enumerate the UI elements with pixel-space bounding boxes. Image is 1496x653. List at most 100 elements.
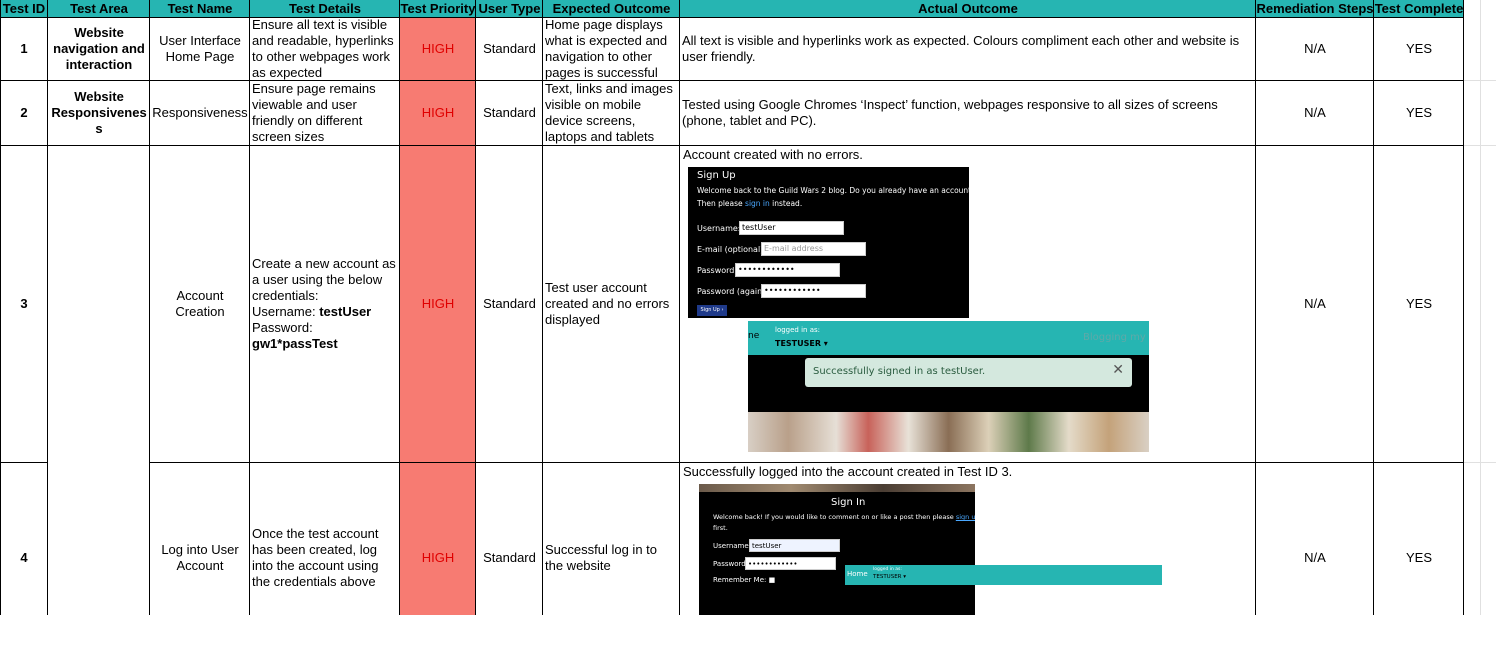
instead-text: instead. [769, 199, 803, 208]
grid-line [1255, 0, 1256, 615]
sign-up-link[interactable]: sign up [956, 513, 975, 521]
table-row-3-expected: Test user account created and no errors … [543, 146, 680, 462]
brand-fragment: Blogging my G [1083, 332, 1149, 343]
email-label: E-mail (optional): [697, 245, 766, 254]
table-row-2-area: Website Responsivenes s [48, 81, 150, 145]
row-id: 3 [20, 296, 28, 311]
details-line: Ensure page remains [252, 81, 376, 96]
grid-line [47, 0, 48, 615]
password-again-field[interactable]: •••••••••••• [761, 284, 866, 298]
expected-line: displayed [545, 312, 600, 327]
table-row-1-name: User Interface Home Page [150, 17, 250, 80]
remediation-value: N/A [1304, 105, 1326, 120]
close-icon[interactable]: ✕ [1112, 362, 1124, 378]
sheet-gridline [1480, 0, 1481, 615]
area-line: Website [74, 89, 124, 104]
table-row-1-remediation: N/A [1256, 17, 1374, 80]
signin-welcome: Welcome back! If you would like to comme… [713, 513, 975, 521]
signin-username-field[interactable]: testUser [749, 539, 840, 552]
nav-user-dropdown[interactable]: TESTUSER ▾ [873, 574, 906, 580]
username-field[interactable]: testUser [739, 221, 844, 235]
table-row-4-name: Log into User Account [150, 463, 250, 653]
table-row-2-id: 2 [0, 81, 48, 145]
table-row-2-details: Ensure page remains viewable and user fr… [250, 81, 400, 145]
complete-value: YES [1405, 40, 1432, 56]
details-line: has been created, log [252, 542, 378, 557]
name-line: Creation [175, 304, 225, 319]
signed-in-screenshot: ne logged in as: TESTUSER ▾ Blogging my … [748, 321, 1149, 452]
user-type: Standard [483, 296, 536, 311]
alert-message: Successfully signed in as testUser. [813, 366, 986, 377]
signin-screenshot: Sign In Welcome back! If you would like … [699, 484, 975, 615]
sheet-gridline [1464, 462, 1496, 463]
password-value: gw1*passTest [252, 336, 338, 351]
name-line: Responsiveness [152, 105, 248, 120]
header-actual-outcome: Actual Outcome [918, 1, 1018, 16]
user-type: Standard [483, 550, 536, 565]
home-fragment[interactable]: ne [748, 331, 759, 341]
nav-home[interactable]: Home [847, 570, 868, 578]
header-test-area: Test Area [70, 1, 128, 16]
signup-button[interactable]: Sign Up › [697, 305, 727, 316]
details-line: screen sizes [252, 129, 325, 144]
grid-line [249, 0, 250, 615]
details-line: into the account using [252, 558, 379, 573]
expected-line: what is expected and [545, 32, 668, 48]
spreadsheet: Test ID Test Area Test Name Test Details… [0, 0, 1496, 615]
actual-line: (phone, tablet and PC). [682, 113, 817, 128]
table-row-4-complete: YES [1374, 463, 1464, 653]
table-row-3-priority: HIGH [400, 146, 476, 462]
table-row-2-remediation: N/A [1256, 81, 1374, 145]
signin-username-label: Username: [713, 542, 752, 550]
signin-password-field[interactable]: •••••••••••• [745, 557, 836, 570]
email-field[interactable]: E-mail address [761, 242, 866, 256]
grid-line [0, 0, 1, 615]
table-row-4-details: Once the test account has been created, … [250, 463, 400, 653]
sign-in-link[interactable]: sign in [745, 199, 770, 208]
username-label: Username: [697, 224, 741, 233]
name-line: Home Page [165, 48, 235, 64]
expected-line: Home page displays [545, 17, 663, 32]
priority-badge: HIGH [421, 550, 455, 565]
complete-value: YES [1405, 105, 1432, 120]
sheet-gridline [1464, 80, 1496, 81]
table-row-2-name: Responsiveness [150, 81, 250, 145]
table-row-2-complete: YES [1374, 81, 1464, 145]
expected-line: pages is successful [545, 64, 658, 80]
header-expected-outcome: Expected Outcome [552, 1, 671, 16]
table-row-1-expected: Home page displays what is expected and … [543, 17, 680, 80]
remember-me[interactable]: Remember Me: ■ [713, 576, 775, 584]
actual-line: Tested using Google Chromes ‘Inspect’ fu… [682, 97, 1218, 112]
grid-line [0, 145, 1464, 146]
signin-password-label: Password: [713, 560, 749, 568]
banner-image [748, 412, 1149, 452]
table-row-4-remediation: N/A [1256, 463, 1374, 653]
area-line: s [95, 121, 103, 136]
row-id: 4 [20, 550, 28, 565]
password-field[interactable]: •••••••••••• [735, 263, 840, 277]
table-row-3-remediation: N/A [1256, 146, 1374, 462]
table-row-4-id: 4 [0, 463, 48, 653]
grid-line [1373, 0, 1374, 615]
row-id: 1 [20, 40, 28, 56]
table-row-1-id: 1 [0, 17, 48, 80]
signup-then-please: Then please sign in instead. [697, 199, 802, 208]
details-line: a user using the below [252, 272, 383, 287]
user-dropdown[interactable]: TESTUSER ▾ [775, 339, 828, 348]
logged-in-navbar: Home logged in as: TESTUSER ▾ [845, 565, 1162, 585]
table-row-4-expected: Successful log in to the website [543, 463, 680, 653]
signin-banner [699, 484, 975, 492]
details-line: and readable, hyperlinks [252, 32, 394, 48]
table-row-3-user-type: Standard [476, 146, 543, 462]
table-row-1-user-type: Standard [476, 17, 543, 80]
details-line: to other webpages work [252, 48, 391, 64]
area-line: Website [74, 24, 124, 40]
table-row-1-area: Website navigation and interaction [48, 17, 150, 80]
logged-in-as-label: logged in as: [775, 326, 820, 334]
table-row-3-complete: YES [1374, 146, 1464, 462]
signin-first: first. [713, 524, 728, 532]
table-row-2-user-type: Standard [476, 81, 543, 145]
header-test-name: Test Name [167, 1, 233, 16]
user-type: Standard [483, 105, 536, 120]
signin-title: Sign In [831, 497, 866, 508]
